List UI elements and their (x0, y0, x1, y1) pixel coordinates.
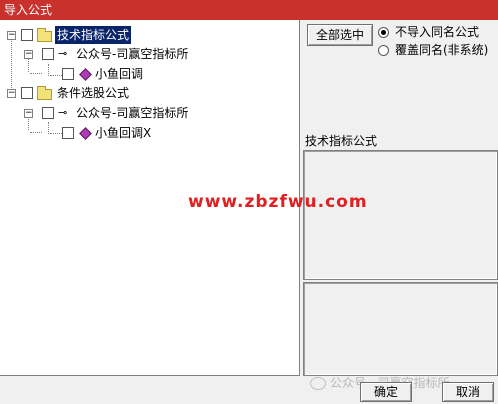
collapse-icon[interactable]: − (24, 109, 33, 118)
tree-node-formula[interactable]: 小鱼回调 (0, 65, 300, 83)
author-checkbox[interactable] (42, 48, 54, 60)
key-icon: ⊸ (58, 47, 68, 60)
group-checkbox[interactable] (21, 87, 33, 99)
formula-label[interactable]: 小鱼回调X (95, 124, 151, 142)
overwrite-label[interactable]: 覆盖同名(非系统) (395, 43, 488, 57)
group-checkbox[interactable] (21, 29, 33, 41)
ok-button[interactable]: 确定 (360, 382, 412, 402)
tree-node-author[interactable]: − ⊸ 公众号-司赢空指标所 (0, 104, 300, 122)
formula-detail-box (303, 282, 498, 376)
info-section-label: 技术指标公式 (305, 134, 378, 148)
no-import-label[interactable]: 不导入同名公式 (395, 25, 479, 39)
wechat-icon (310, 377, 326, 390)
author-label[interactable]: 公众号-司赢空指标所 (76, 45, 188, 63)
collapse-icon[interactable]: − (7, 31, 16, 40)
key-icon: ⊸ (58, 106, 68, 119)
formula-diamond-icon (79, 127, 92, 140)
cancel-button[interactable]: 取消 (442, 382, 494, 402)
folder-icon (37, 28, 52, 42)
folder-icon (37, 86, 52, 100)
author-label[interactable]: 公众号-司赢空指标所 (76, 104, 188, 122)
formula-checkbox[interactable] (62, 68, 74, 80)
group-label[interactable]: 条件选股公式 (57, 84, 129, 102)
watermark-text: www.zbzfwu.com (188, 192, 368, 212)
author-checkbox[interactable] (42, 107, 54, 119)
group-label[interactable]: 技术指标公式 (55, 26, 132, 44)
tree-node-group[interactable]: − 技术指标公式 (0, 26, 300, 44)
formula-label[interactable]: 小鱼回调 (95, 65, 143, 83)
collapse-icon[interactable]: − (7, 89, 16, 98)
title-bar: 导入公式 (0, 0, 498, 20)
collapse-icon[interactable]: − (24, 50, 33, 59)
tree-node-group[interactable]: − 条件选股公式 (0, 84, 300, 102)
no-import-radio[interactable] (378, 27, 389, 38)
tree-node-author[interactable]: − ⊸ 公众号-司赢空指标所 (0, 45, 300, 63)
formula-checkbox[interactable] (62, 127, 74, 139)
tree-node-formula[interactable]: 小鱼回调X (0, 124, 300, 142)
formula-diamond-icon (79, 68, 92, 81)
formula-info-box (303, 150, 498, 280)
overwrite-radio[interactable] (378, 45, 389, 56)
select-all-button[interactable]: 全部选中 (307, 24, 373, 46)
window-title: 导入公式 (4, 3, 53, 17)
